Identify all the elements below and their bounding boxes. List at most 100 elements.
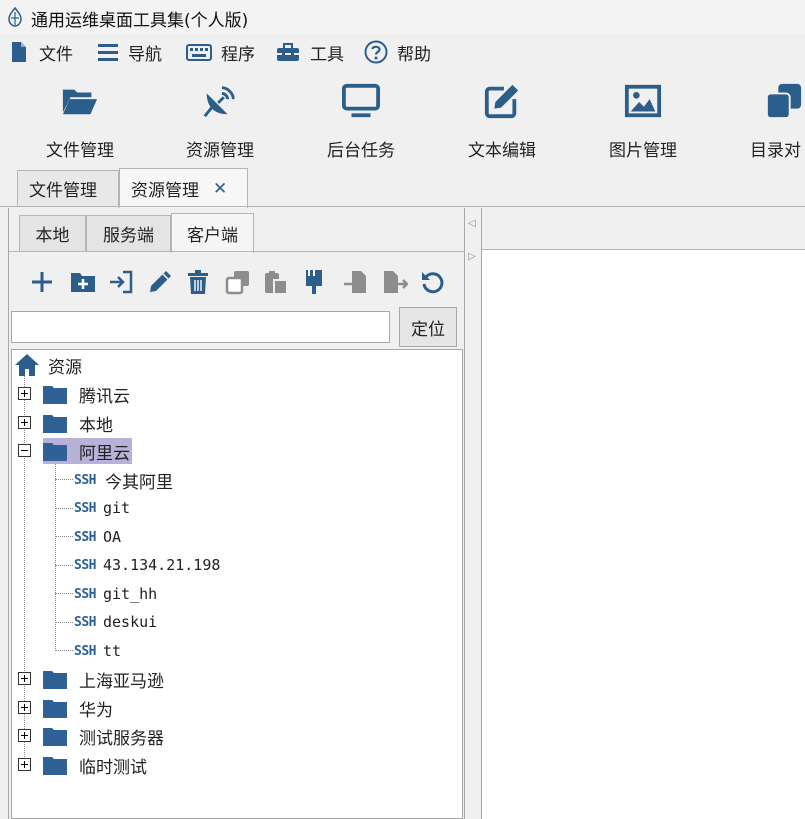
menu-icon bbox=[98, 44, 118, 61]
ssh-icon: SSH bbox=[74, 557, 96, 573]
menu-file-label: 文件 bbox=[39, 44, 73, 65]
detail-panel bbox=[481, 208, 805, 819]
tree-leaf-label: 今其阿里 bbox=[104, 472, 173, 493]
tool-directory-compare-label: 目录对 bbox=[750, 141, 801, 161]
file-icon bbox=[12, 42, 26, 62]
copy-button[interactable] bbox=[225, 269, 251, 295]
tree-connector bbox=[55, 508, 73, 509]
tool-file-manager-label: 文件管理 bbox=[46, 141, 114, 161]
ssh-icon: SSH bbox=[74, 643, 96, 659]
tree-group[interactable]: 华为 bbox=[43, 695, 115, 721]
new-folder-button[interactable] bbox=[70, 269, 96, 295]
new-folder-icon bbox=[71, 273, 95, 292]
menu-program-label: 程序 bbox=[221, 44, 255, 65]
window-title: 通用运维桌面工具集(个人版) bbox=[31, 11, 249, 31]
pencil-icon bbox=[150, 271, 171, 292]
tool-image-manager[interactable]: 图片管理 bbox=[583, 80, 703, 166]
tool-resource-manager[interactable]: 资源管理 bbox=[160, 80, 280, 166]
ssh-icon: SSH bbox=[74, 529, 96, 545]
add-icon bbox=[32, 272, 52, 292]
edit-button[interactable] bbox=[147, 269, 173, 295]
tool-background-tasks-label: 后台任务 bbox=[327, 141, 395, 161]
subtab-local[interactable]: 本地 bbox=[19, 215, 86, 251]
resource-panel: 本地 服务端 客户端 定位 资源 腾讯云 本地 阿里云 SSH 今其阿里 SSH… bbox=[8, 208, 465, 819]
menu-navigation[interactable]: 导航 bbox=[97, 39, 162, 65]
export-button[interactable] bbox=[382, 269, 409, 295]
refresh-button[interactable] bbox=[420, 269, 446, 295]
tree-connector bbox=[55, 462, 56, 649]
tree-leaf-label: OA bbox=[102, 528, 122, 546]
ssh-icon: SSH bbox=[74, 614, 96, 630]
menu-help[interactable]: 帮助 bbox=[364, 39, 431, 65]
copy-icon bbox=[225, 271, 249, 295]
tree-leaf[interactable]: SSH tt bbox=[74, 638, 121, 664]
menu-file[interactable]: 文件 bbox=[8, 39, 73, 65]
tree-leaf[interactable]: SSH 今其阿里 bbox=[74, 467, 175, 493]
tree-group[interactable]: 腾讯云 bbox=[43, 381, 132, 407]
expand-toggle[interactable] bbox=[18, 387, 31, 400]
expand-toggle[interactable] bbox=[18, 729, 31, 742]
folder-icon bbox=[43, 443, 67, 461]
menu-tools-label: 工具 bbox=[310, 44, 344, 65]
tree-group[interactable]: 临时测试 bbox=[43, 752, 149, 778]
tree-group[interactable]: 测试服务器 bbox=[43, 723, 166, 749]
tree-leaf[interactable]: SSH git bbox=[74, 495, 130, 521]
collapse-toggle[interactable] bbox=[18, 444, 31, 457]
close-tab-icon[interactable]: ✕ bbox=[213, 179, 227, 199]
tool-file-manager[interactable]: 文件管理 bbox=[20, 80, 140, 166]
title-bar: 通用运维桌面工具集(个人版) bbox=[0, 0, 805, 34]
expand-right-icon[interactable]: ▷ bbox=[468, 251, 476, 262]
tree-group[interactable]: 本地 bbox=[43, 410, 115, 436]
import-button[interactable] bbox=[343, 269, 369, 295]
delete-button[interactable] bbox=[185, 269, 211, 295]
login-button[interactable] bbox=[108, 269, 134, 295]
tree-group-label: 测试服务器 bbox=[79, 728, 164, 749]
subtab-server[interactable]: 服务端 bbox=[86, 215, 171, 251]
tree-connector bbox=[55, 650, 73, 651]
menu-bar: 文件 导航 程序 工具 帮助 bbox=[0, 34, 805, 70]
tree-leaf-label: tt bbox=[102, 642, 122, 660]
search-input[interactable] bbox=[11, 311, 390, 343]
subtab-client-label: 客户端 bbox=[187, 226, 238, 246]
expand-toggle[interactable] bbox=[18, 758, 31, 771]
tab-resource-manager[interactable]: 资源管理 ✕ bbox=[119, 168, 248, 208]
expand-toggle[interactable] bbox=[18, 701, 31, 714]
menu-tools[interactable]: 工具 bbox=[275, 39, 344, 65]
tool-text-editor[interactable]: 文本编辑 bbox=[442, 80, 562, 166]
subtab-local-label: 本地 bbox=[35, 226, 70, 246]
menu-program[interactable]: 程序 bbox=[186, 39, 255, 65]
tree-group[interactable]: 上海亚马逊 bbox=[43, 666, 166, 692]
copy-icon bbox=[765, 83, 802, 120]
trash-icon bbox=[188, 270, 208, 294]
paste-button[interactable] bbox=[263, 269, 289, 295]
subtab-divider bbox=[9, 251, 464, 252]
tool-text-editor-label: 文本编辑 bbox=[468, 141, 536, 161]
menu-navigation-label: 导航 bbox=[128, 44, 162, 65]
tree-leaf[interactable]: SSH deskui bbox=[74, 609, 157, 635]
locate-button[interactable]: 定位 bbox=[399, 307, 457, 347]
tree-leaf-label: 43.134.21.198 bbox=[102, 556, 221, 574]
folder-icon bbox=[43, 728, 67, 746]
panel-splitter[interactable]: ◁ ▷ bbox=[465, 208, 480, 819]
detail-panel-header bbox=[482, 208, 805, 250]
tab-divider bbox=[0, 206, 805, 207]
tree-root[interactable]: 资源 bbox=[14, 352, 84, 378]
brush-icon bbox=[306, 270, 322, 294]
tree-leaf[interactable]: SSH 43.134.21.198 bbox=[74, 552, 220, 578]
expand-toggle[interactable] bbox=[18, 416, 31, 429]
tree-group-selected[interactable]: 阿里云 bbox=[43, 438, 132, 464]
tree-leaf[interactable]: SSH git_hh bbox=[74, 581, 157, 607]
tool-directory-compare[interactable]: 目录对 bbox=[724, 80, 805, 166]
ssh-icon: SSH bbox=[74, 586, 96, 602]
format-button[interactable] bbox=[301, 269, 327, 295]
tree-leaf[interactable]: SSH OA bbox=[74, 524, 121, 550]
add-button[interactable] bbox=[29, 269, 55, 295]
collapse-left-icon[interactable]: ◁ bbox=[468, 218, 476, 229]
tool-background-tasks[interactable]: 后台任务 bbox=[301, 80, 421, 166]
toolbox-icon bbox=[277, 43, 299, 61]
folder-open-icon bbox=[62, 89, 98, 115]
tab-file-manager[interactable]: 文件管理 bbox=[17, 170, 119, 206]
subtab-client[interactable]: 客户端 bbox=[171, 213, 254, 253]
resource-tree[interactable]: 资源 腾讯云 本地 阿里云 SSH 今其阿里 SSH git SSH OA SS… bbox=[11, 349, 463, 819]
expand-toggle[interactable] bbox=[18, 672, 31, 685]
